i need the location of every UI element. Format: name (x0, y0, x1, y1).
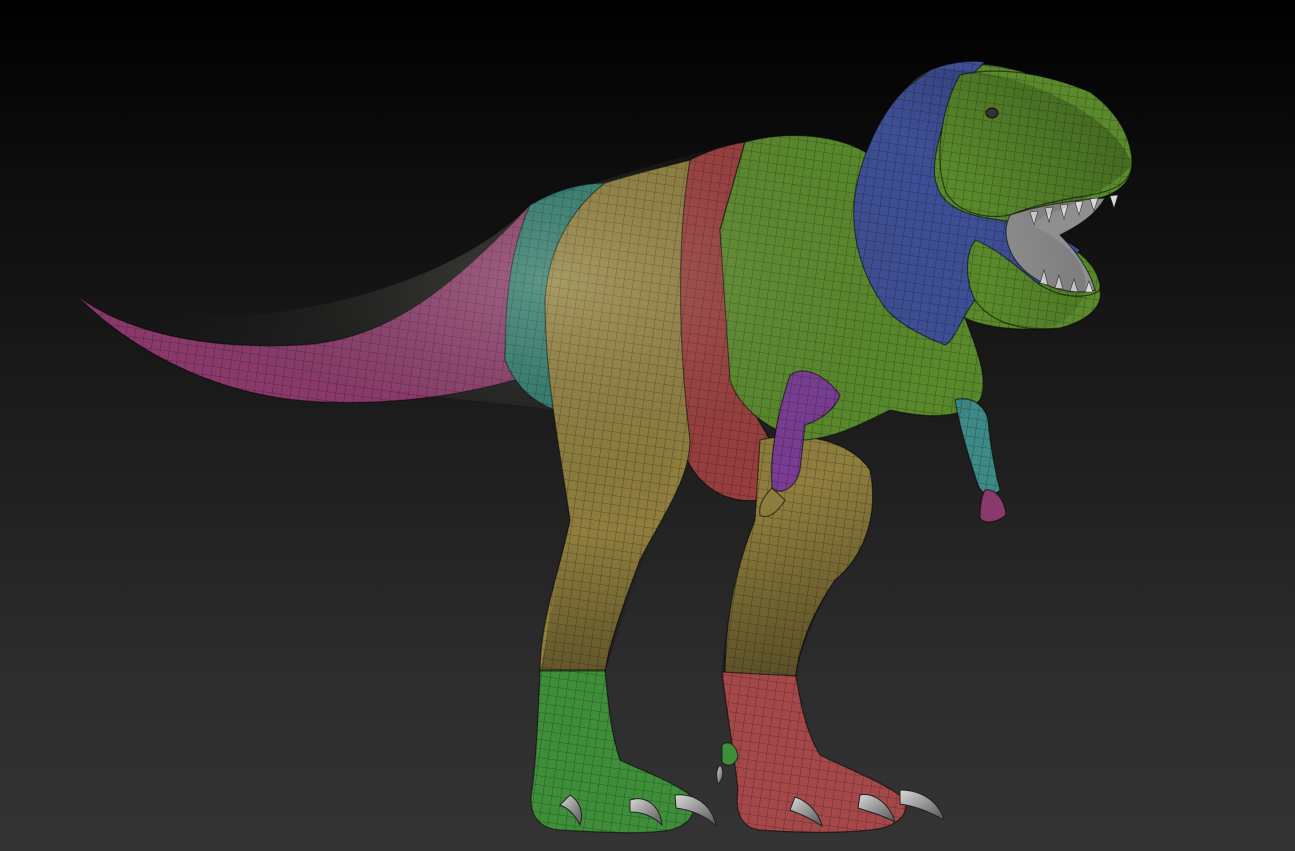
eye (985, 107, 999, 119)
tail-mesh (74, 205, 545, 403)
near-foot-mesh (530, 670, 694, 833)
far-hand (979, 489, 1007, 523)
far-arm-mesh (955, 398, 1000, 495)
near-thigh-mesh (540, 160, 690, 672)
3d-viewport[interactable] (0, 0, 1295, 851)
trex-model[interactable] (0, 0, 1295, 851)
